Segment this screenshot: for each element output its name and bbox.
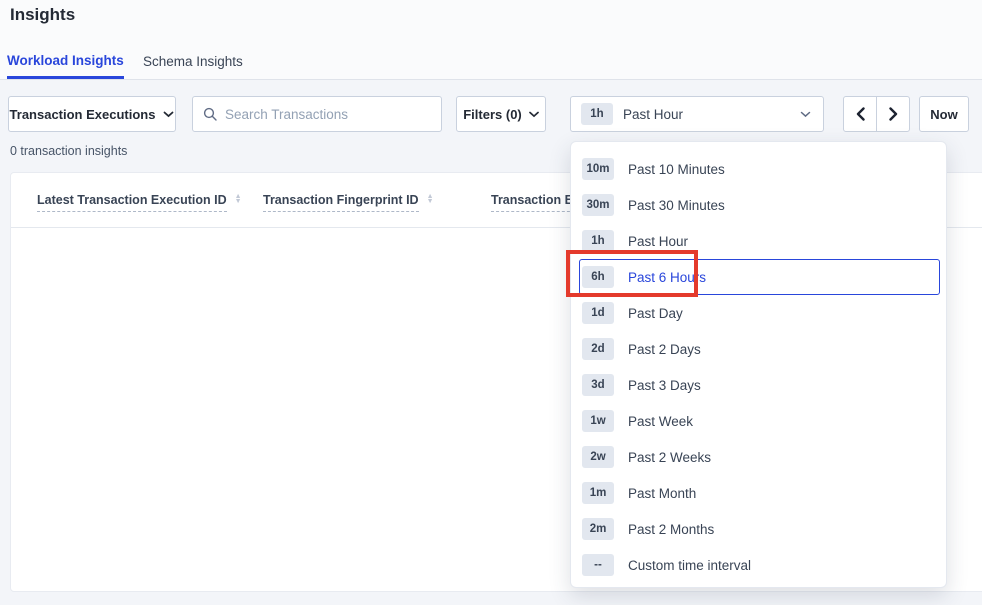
tab-divider — [0, 79, 982, 80]
time-option-label: Past 30 Minutes — [628, 198, 725, 213]
annotation-highlight-box — [566, 250, 698, 297]
time-option-past-30-minutes[interactable]: 30m Past 30 Minutes — [579, 187, 940, 223]
time-option-label: Past 2 Days — [628, 342, 701, 357]
time-next-button[interactable] — [876, 96, 910, 132]
results-count: 0 transaction insights — [10, 144, 127, 158]
time-interval-select[interactable]: 1h Past Hour — [570, 96, 824, 132]
time-option-badge: 1w — [582, 410, 614, 432]
entity-type-select[interactable]: Transaction Executions — [8, 96, 176, 132]
time-option-label: Past Day — [628, 306, 683, 321]
column-header-label: Transaction Ex — [491, 193, 580, 212]
time-option-label: Past 2 Weeks — [628, 450, 711, 465]
time-prev-button[interactable] — [843, 96, 877, 132]
tab-label: Schema Insights — [143, 54, 243, 69]
time-option-badge: -- — [582, 554, 614, 576]
entity-type-select-value: Transaction Executions — [10, 107, 156, 122]
sort-icon[interactable]: ▲▼ — [427, 194, 434, 204]
page-title: Insights — [10, 5, 75, 25]
sort-icon[interactable]: ▲▼ — [235, 194, 242, 204]
page-header: Insights Workload Insights Schema Insight… — [0, 0, 982, 80]
chevron-down-icon — [800, 111, 811, 118]
time-option-badge: 2w — [582, 446, 614, 468]
filters-button[interactable]: Filters (0) — [456, 96, 546, 132]
search-input[interactable] — [225, 107, 431, 122]
time-option-label: Custom time interval — [628, 558, 751, 573]
now-button-label: Now — [930, 107, 957, 122]
time-interval-dropdown: 10m Past 10 Minutes 30m Past 30 Minutes 1h Pa… — [570, 141, 947, 588]
time-option-label: Past Hour — [628, 234, 688, 249]
tab-schema-insights[interactable]: Schema Insights — [143, 44, 243, 79]
chevron-left-icon — [856, 107, 865, 121]
column-header-transaction-fingerprint-id[interactable]: Transaction Fingerprint ID ▲▼ — [263, 193, 434, 212]
time-option-label: Past 3 Days — [628, 378, 701, 393]
time-option-badge: 2d — [582, 338, 614, 360]
time-option-badge: 3d — [582, 374, 614, 396]
tab-label: Workload Insights — [7, 53, 124, 68]
tab-workload-insights[interactable]: Workload Insights — [7, 44, 124, 79]
insights-page: Insights Workload Insights Schema Insight… — [0, 0, 982, 605]
column-header-latest-transaction-execution-id[interactable]: Latest Transaction Execution ID ▲▼ — [37, 193, 242, 212]
time-option-past-10-minutes[interactable]: 10m Past 10 Minutes — [579, 151, 940, 187]
time-option-custom-time-interval[interactable]: -- Custom time interval — [579, 547, 940, 583]
search-box[interactable] — [192, 96, 442, 132]
chevron-down-icon — [529, 111, 539, 118]
time-interval-value: Past Hour — [623, 107, 800, 122]
chevron-down-icon — [163, 111, 174, 118]
time-option-badge: 30m — [582, 194, 614, 216]
time-option-badge: 1m — [582, 482, 614, 504]
time-interval-badge: 1h — [581, 103, 613, 125]
time-option-past-month[interactable]: 1m Past Month — [579, 475, 940, 511]
time-option-badge: 1h — [582, 230, 614, 252]
time-option-past-day[interactable]: 1d Past Day — [579, 295, 940, 331]
time-option-badge: 10m — [582, 158, 614, 180]
search-icon — [203, 107, 217, 121]
time-option-past-2-days[interactable]: 2d Past 2 Days — [579, 331, 940, 367]
time-option-label: Past 10 Minutes — [628, 162, 725, 177]
time-option-label: Past Month — [628, 486, 696, 501]
filters-button-label: Filters (0) — [463, 107, 522, 122]
time-option-label: Past Week — [628, 414, 693, 429]
time-option-past-week[interactable]: 1w Past Week — [579, 403, 940, 439]
time-option-badge: 2m — [582, 518, 614, 540]
column-header-label: Latest Transaction Execution ID — [37, 193, 227, 212]
time-option-badge: 1d — [582, 302, 614, 324]
time-option-past-2-months[interactable]: 2m Past 2 Months — [579, 511, 940, 547]
column-header-transaction-execution[interactable]: Transaction Ex — [491, 193, 580, 212]
chevron-right-icon — [889, 107, 898, 121]
time-option-past-3-days[interactable]: 3d Past 3 Days — [579, 367, 940, 403]
column-header-label: Transaction Fingerprint ID — [263, 193, 419, 212]
tab-bar: Workload Insights Schema Insights — [0, 44, 982, 80]
time-option-label: Past 2 Months — [628, 522, 714, 537]
time-option-past-2-weeks[interactable]: 2w Past 2 Weeks — [579, 439, 940, 475]
now-button[interactable]: Now — [919, 96, 969, 132]
